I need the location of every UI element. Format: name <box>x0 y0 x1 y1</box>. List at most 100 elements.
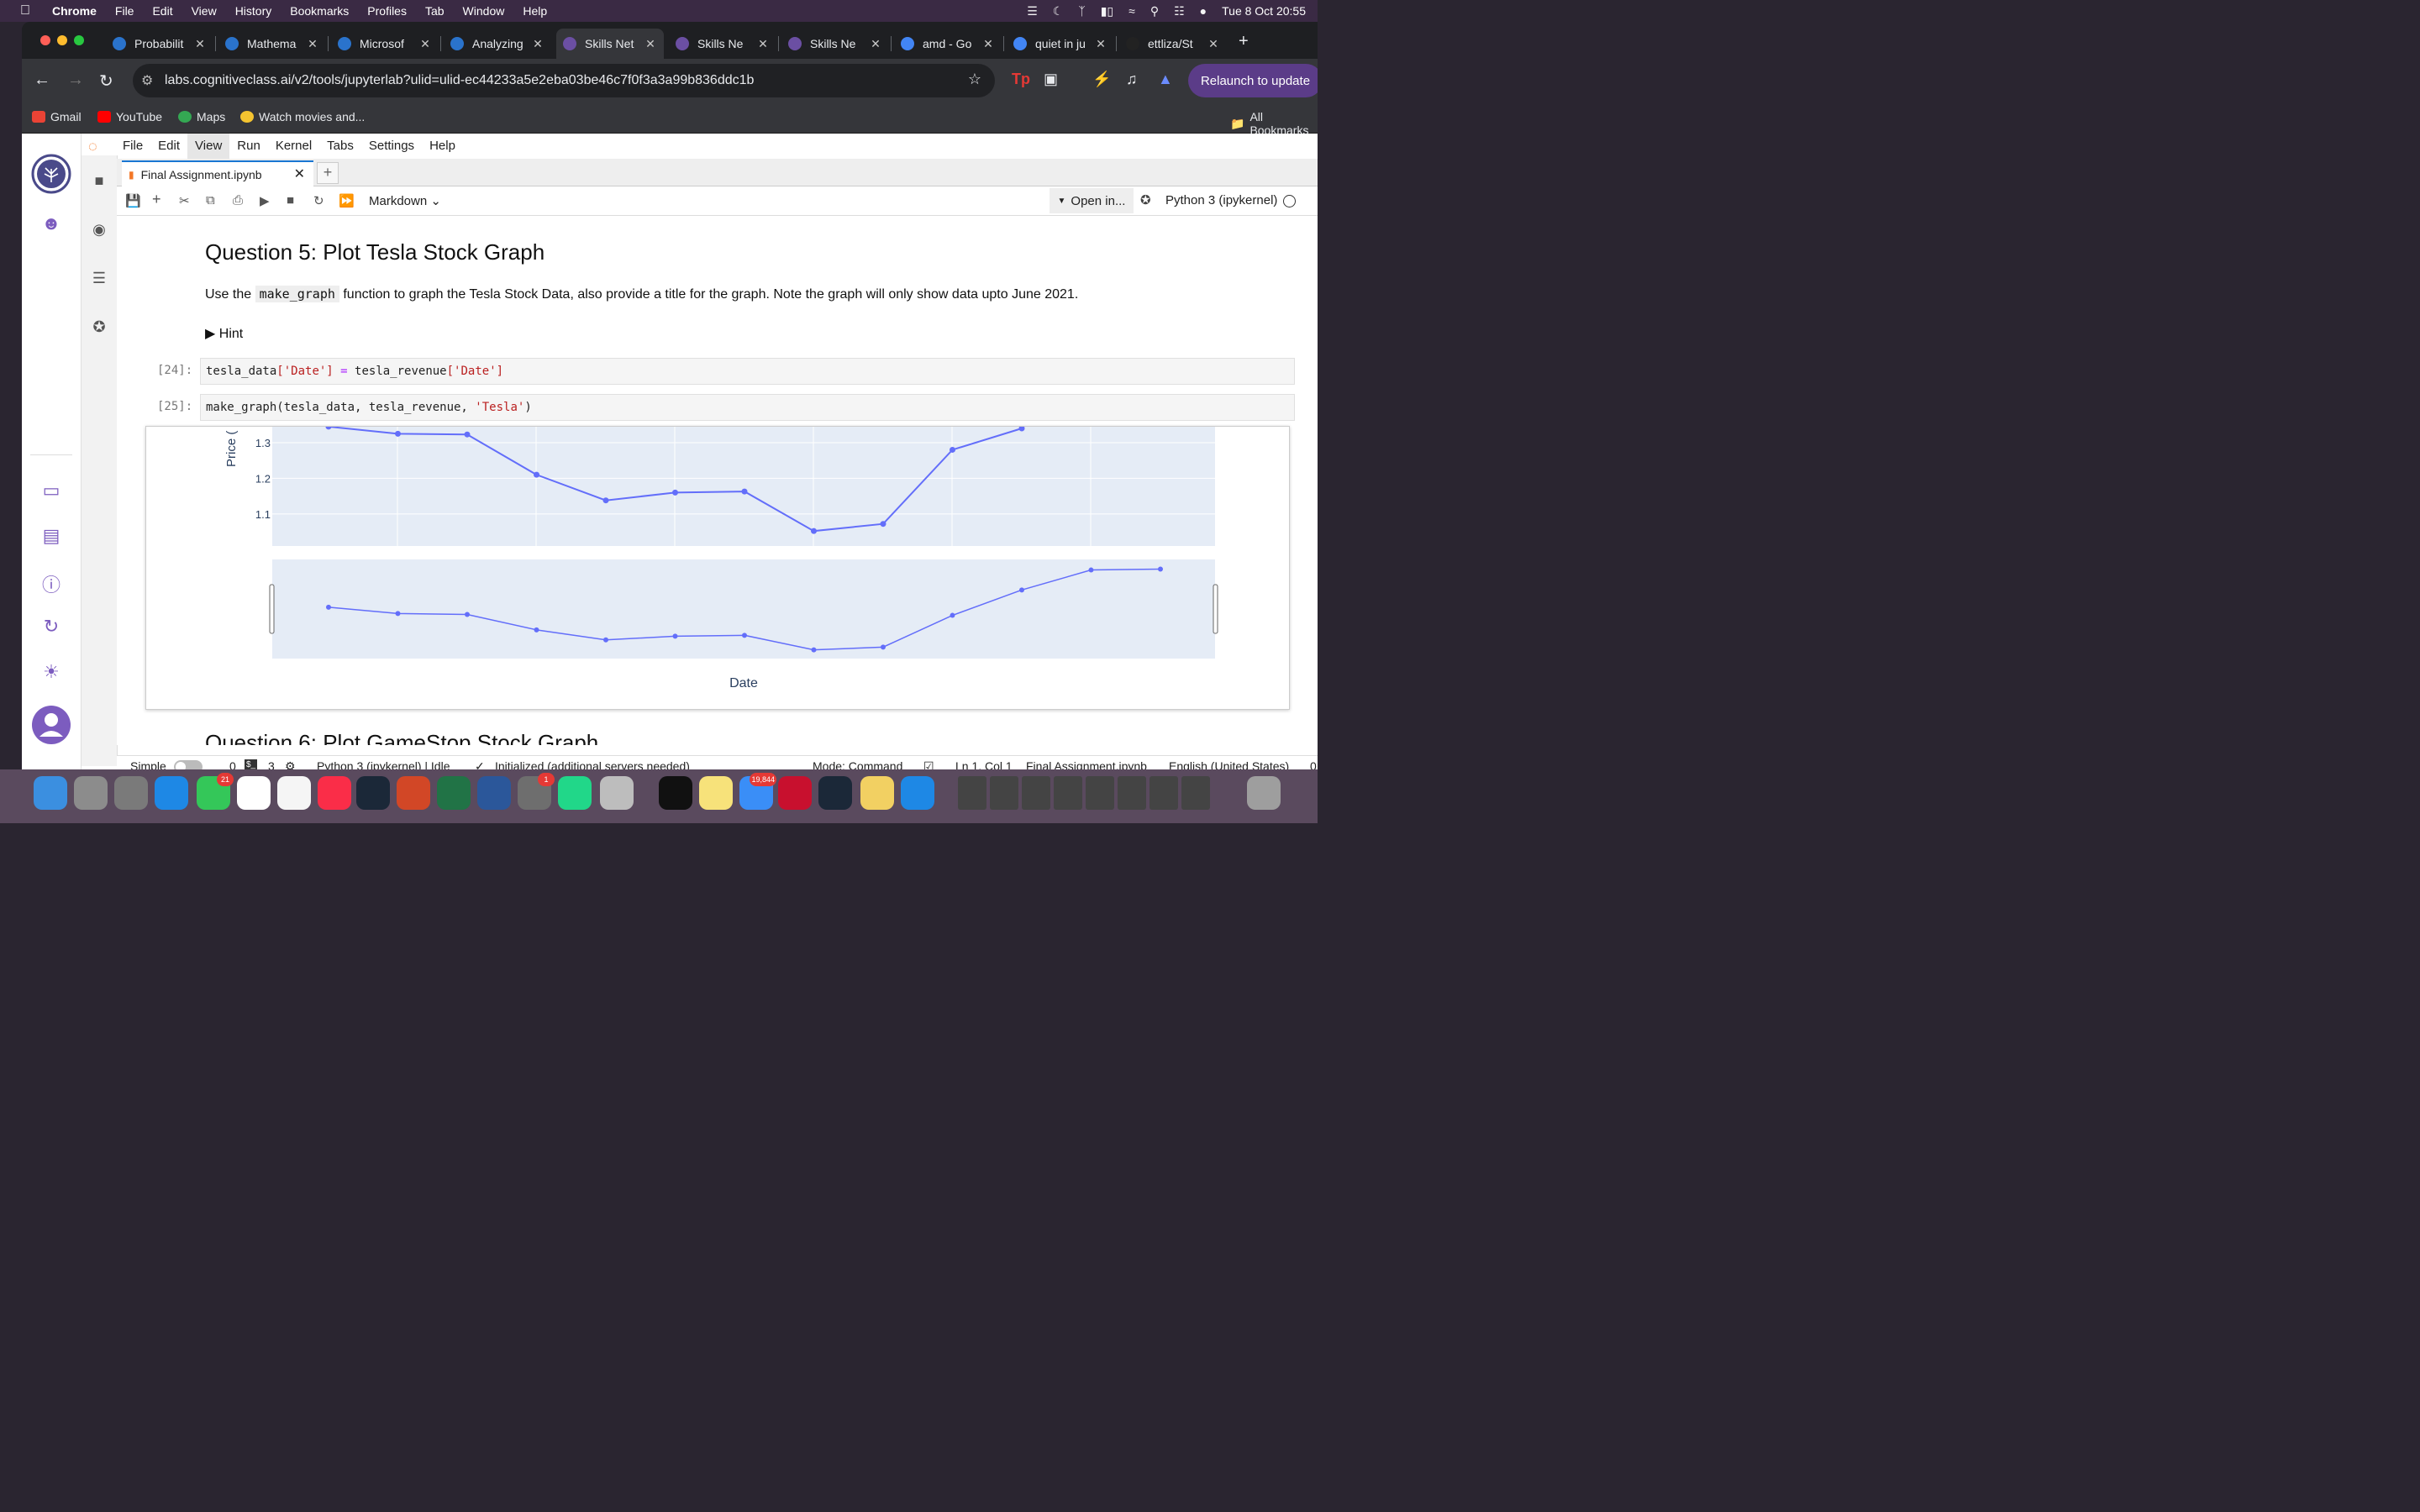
close-tab-icon[interactable]: ✕ <box>192 37 208 51</box>
dock-help-icon[interactable] <box>114 776 148 810</box>
forward-button[interactable]: → <box>67 71 84 90</box>
minimized-window-thumbnail[interactable] <box>1054 776 1082 810</box>
jmenu-settings[interactable]: Settings <box>361 134 422 159</box>
relaunch-to-update-button[interactable]: Relaunch to update <box>1188 64 1318 97</box>
open-in-button[interactable]: ▼ Open in... <box>1050 188 1134 213</box>
siri-icon[interactable]: ● <box>1200 4 1207 18</box>
dock-roblox-icon[interactable] <box>600 776 634 810</box>
browser-tab[interactable]: Skills Ne ✕ <box>781 29 889 59</box>
close-tab-icon[interactable]: ✕ <box>1205 37 1222 51</box>
browser-tab[interactable]: Skills Net ✕ <box>556 29 664 59</box>
moon-icon[interactable]: ☾ <box>1053 4 1064 18</box>
paste-icon[interactable]: ⎙ <box>233 193 243 207</box>
zoom-window-button[interactable] <box>74 35 84 45</box>
theme-sun-icon[interactable]: ☀ <box>22 661 81 683</box>
bookmark-star-icon[interactable]: ☆ <box>968 71 981 88</box>
close-tab-icon[interactable]: ✕ <box>1092 37 1109 51</box>
save-icon[interactable]: 💾 <box>125 193 141 208</box>
bookmark-watch-movies[interactable]: Watch movies and... <box>240 110 365 123</box>
express-vpn-icon[interactable]: ☰ <box>1027 4 1038 18</box>
close-tab-icon[interactable]: ✕ <box>294 165 305 182</box>
minimized-window-thumbnail[interactable] <box>1118 776 1146 810</box>
minimize-window-button[interactable] <box>57 35 67 45</box>
browser-tab[interactable]: Microsof ✕ <box>331 29 439 59</box>
site-info-icon[interactable]: ⚙ <box>141 72 156 89</box>
jmenu-view[interactable]: View <box>187 134 230 159</box>
minimized-window-thumbnail[interactable] <box>1086 776 1114 810</box>
tesla-stock-chart[interactable]: 1.3 1.2 1.1 Price ( Date <box>146 423 1289 709</box>
dock-launchpad-icon[interactable] <box>74 776 108 810</box>
performance-icon[interactable]: ⚡ <box>1092 71 1111 88</box>
menu-file[interactable]: File <box>115 4 134 18</box>
battery-icon[interactable]: ▮▯ <box>1101 4 1113 18</box>
cell-type-select[interactable]: Markdown ⌄ <box>369 193 441 208</box>
menu-edit[interactable]: Edit <box>152 4 172 18</box>
dock-chrome-icon[interactable] <box>237 776 271 810</box>
dock-pycharm-icon[interactable] <box>558 776 592 810</box>
dock-mail-icon[interactable]: 19,844 <box>739 773 776 810</box>
close-tab-icon[interactable]: ✕ <box>529 37 546 51</box>
close-tab-icon[interactable]: ✕ <box>755 37 771 51</box>
new-launcher-button[interactable]: + <box>317 162 339 184</box>
menu-tab[interactable]: Tab <box>425 4 445 18</box>
running-kernels-icon[interactable]: ◉ <box>82 221 117 239</box>
file-browser-folder-icon[interactable]: ■ <box>82 172 117 190</box>
restart-kernel-icon[interactable]: ↻ <box>313 193 324 208</box>
dock-excel-icon[interactable] <box>437 776 471 810</box>
table-of-contents-icon[interactable]: ☰ <box>82 270 117 287</box>
dock-app-store-icon[interactable] <box>901 776 934 810</box>
plotly-output[interactable]: 1.3 1.2 1.1 Price ( Date <box>145 423 1290 710</box>
close-tab-icon[interactable]: ✕ <box>642 37 659 51</box>
browser-tab[interactable]: Mathema ✕ <box>218 29 326 59</box>
back-button[interactable]: ← <box>34 71 50 90</box>
menubar-clock[interactable]: Tue 8 Oct 20:55 <box>1222 4 1306 18</box>
media-control-icon[interactable]: ♫ <box>1126 71 1138 88</box>
browser-tab[interactable]: amd - Go ✕ <box>894 29 1002 59</box>
bluetooth-icon[interactable]: ᛉ <box>1078 4 1085 18</box>
sync-icon[interactable]: ↻ <box>22 616 81 638</box>
dock-word-icon[interactable] <box>477 776 511 810</box>
jmenu-run[interactable]: Run <box>229 134 268 159</box>
news-icon[interactable]: ▤ <box>22 525 81 547</box>
menu-history[interactable]: History <box>235 4 272 18</box>
browser-tab[interactable]: Probabilit ✕ <box>106 29 213 59</box>
debugger-bug-icon[interactable]: ✪ <box>1140 192 1151 207</box>
dock-finder-icon[interactable] <box>34 776 67 810</box>
close-window-button[interactable] <box>40 35 50 45</box>
close-tab-icon[interactable]: ✕ <box>304 37 321 51</box>
menu-app[interactable]: Chrome <box>52 4 97 18</box>
spotlight-search-icon[interactable]: ⚲ <box>1150 4 1159 18</box>
apple-icon[interactable]:  <box>20 3 37 18</box>
menu-window[interactable]: Window <box>463 4 505 18</box>
menu-bookmarks[interactable]: Bookmarks <box>290 4 349 18</box>
minimized-window-thumbnail[interactable] <box>1150 776 1178 810</box>
reload-button[interactable]: ↻ <box>99 71 113 92</box>
skills-network-logo-icon[interactable] <box>22 154 81 199</box>
copy-icon[interactable]: ⧉ <box>206 193 215 207</box>
hint-toggle[interactable]: ▶ Hint <box>205 325 243 342</box>
bookmark-maps[interactable]: Maps <box>178 110 225 123</box>
tab-final-assignment[interactable]: ▮ Final Assignment.ipynb ✕ <box>122 160 313 187</box>
bookmark-youtube[interactable]: YouTube <box>97 110 162 123</box>
control-center-icon[interactable]: ☷ <box>1174 4 1185 18</box>
menu-help[interactable]: Help <box>523 4 547 18</box>
dock-notes-icon[interactable] <box>699 776 733 810</box>
kernel-name[interactable]: Python 3 (ipykernel) <box>1165 193 1277 207</box>
dock-steam-icon[interactable] <box>818 776 852 810</box>
code-cell-24[interactable]: tesla_data['Date'] = tesla_revenue['Date… <box>200 358 1295 385</box>
dock-messages-icon[interactable]: 21 <box>197 773 234 810</box>
jmenu-help[interactable]: Help <box>422 134 463 159</box>
interrupt-kernel-icon[interactable]: ■ <box>287 193 294 207</box>
jmenu-tabs[interactable]: Tabs <box>319 134 361 159</box>
minimized-window-thumbnail[interactable] <box>1022 776 1050 810</box>
menu-view[interactable]: View <box>192 4 217 18</box>
dock-powerpoint-icon[interactable] <box>397 776 430 810</box>
close-tab-icon[interactable]: ✕ <box>417 37 434 51</box>
minimized-window-thumbnail[interactable] <box>958 776 986 810</box>
jmenu-edit[interactable]: Edit <box>150 134 187 159</box>
run-cell-icon[interactable]: ▶ <box>260 193 270 208</box>
extensions-puzzle-icon[interactable]: ✪ <box>82 318 117 336</box>
browser-tab[interactable]: Analyzing ✕ <box>444 29 551 59</box>
dock-system-settings-icon[interactable]: 1 <box>518 773 555 810</box>
browser-tab[interactable]: quiet in ju ✕ <box>1007 29 1114 59</box>
